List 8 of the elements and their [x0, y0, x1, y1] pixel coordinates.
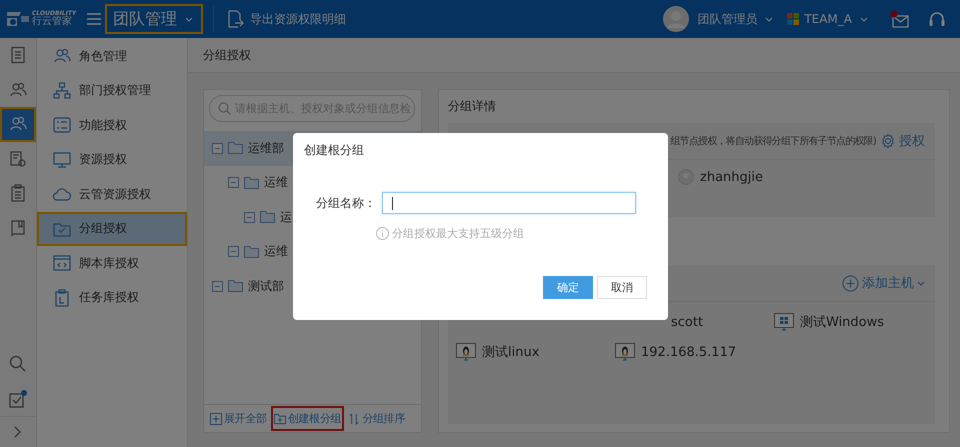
user-name: zhanhgjie	[700, 170, 763, 184]
logo-subtitle: 行云管家	[32, 17, 73, 27]
panel-title: 分组详情	[448, 98, 496, 115]
page-title: 分组授权	[203, 46, 251, 64]
dialog-title: 创建根分组	[304, 143, 364, 157]
auth-hint: 组节点授权，将自动获得分组下所有子节点的权限)	[670, 134, 876, 148]
hint-text: 分组授权最大支持五级分组	[392, 226, 524, 241]
field-label: 分组名称：	[316, 194, 376, 212]
